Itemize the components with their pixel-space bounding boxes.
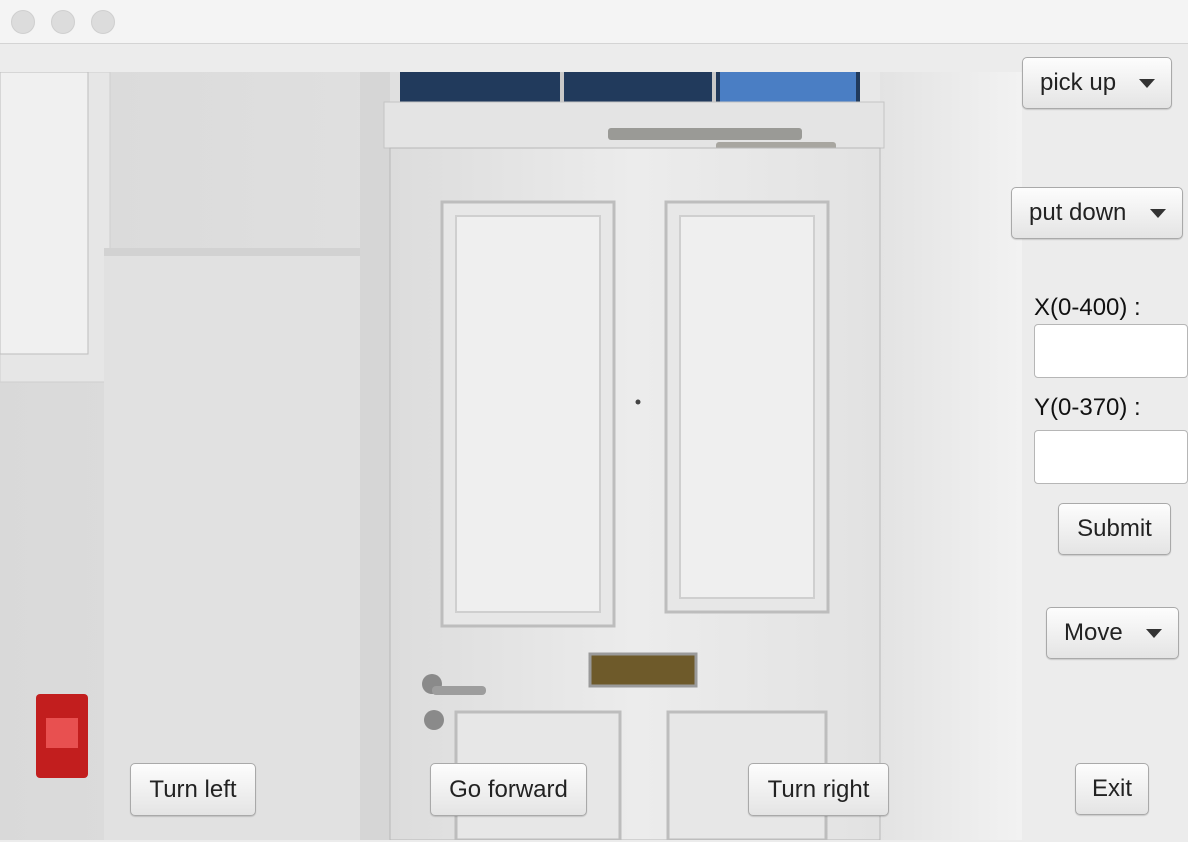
exit-button[interactable]: Exit: [1075, 763, 1149, 815]
minimize-window-button[interactable]: [51, 10, 75, 34]
submit-button[interactable]: Submit: [1058, 503, 1171, 555]
put-down-dropdown[interactable]: put down: [1011, 187, 1183, 239]
toolbar-strip: [0, 44, 1022, 72]
pick-up-label: pick up: [1040, 69, 1117, 96]
put-down-label: put down: [1029, 199, 1127, 226]
door-scene-illustration: [0, 72, 1022, 840]
close-window-button[interactable]: [11, 10, 35, 34]
chevron-down-icon: [1146, 628, 1162, 638]
y-coordinate-label: Y(0-370) :: [1034, 394, 1141, 421]
move-dropdown[interactable]: Move: [1046, 607, 1179, 659]
room-view-image: [0, 72, 1022, 840]
turn-right-button[interactable]: Turn right: [748, 763, 889, 816]
x-coordinate-input[interactable]: [1034, 324, 1188, 378]
x-coordinate-label: X(0-400) :: [1034, 294, 1141, 321]
zoom-window-button[interactable]: [91, 10, 115, 34]
window-titlebar: [0, 0, 1188, 44]
chevron-down-icon: [1139, 78, 1155, 88]
move-label: Move: [1064, 619, 1123, 646]
go-forward-button[interactable]: Go forward: [430, 763, 587, 816]
y-coordinate-input[interactable]: [1034, 430, 1188, 484]
chevron-down-icon: [1150, 208, 1166, 218]
turn-left-button[interactable]: Turn left: [130, 763, 256, 816]
pick-up-dropdown[interactable]: pick up: [1022, 57, 1172, 109]
